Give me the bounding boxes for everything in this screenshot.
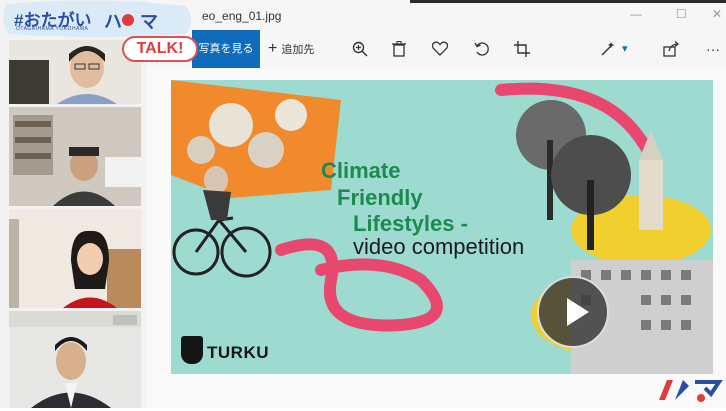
rotate-icon[interactable] [474, 30, 490, 68]
share-icon[interactable] [663, 30, 680, 68]
add-to-button[interactable]: + 追加先 [268, 30, 314, 68]
hama-corner-logo [655, 374, 725, 406]
participant-video-3[interactable] [9, 209, 141, 308]
close-icon[interactable]: ✕ [712, 7, 722, 21]
add-to-label: 追加先 [281, 44, 315, 56]
svg-text:マ: マ [140, 12, 158, 32]
talk-badge: TALK! [122, 36, 198, 62]
turku-crest-icon [181, 336, 203, 364]
campaign-title-line-2: Friendly [337, 185, 423, 210]
more-options-icon[interactable]: ··· [706, 30, 720, 68]
chevron-down-icon[interactable]: ▾ [622, 30, 628, 68]
maximize-icon[interactable]: ☐ [676, 7, 687, 21]
crop-icon[interactable] [514, 30, 530, 68]
edit-enhance-icon[interactable] [600, 30, 616, 68]
svg-text:ハ: ハ [104, 12, 122, 32]
delete-icon[interactable] [392, 30, 406, 68]
minimize-icon[interactable]: — [630, 7, 642, 21]
turku-brand: TURKU [207, 343, 269, 362]
campaign-subtitle: video competition [353, 234, 525, 259]
favorite-heart-icon[interactable] [431, 30, 449, 68]
logo-subtitle: OTAGAIHAMA YOKOHAMA [16, 26, 89, 32]
title-bar-edge [410, 0, 726, 3]
otagaihama-talk-logo: ハ マ #おたがい OTAGAIHAMA YOKOHAMA TALK! [0, 0, 208, 64]
play-button[interactable] [537, 276, 609, 348]
play-icon [567, 298, 589, 326]
plus-icon: + [268, 40, 278, 57]
participant-video-2[interactable] [9, 107, 141, 206]
file-name: eo_eng_01.jpg [202, 9, 282, 23]
participant-video-4[interactable] [9, 311, 141, 408]
zoom-in-icon[interactable] [352, 30, 368, 68]
campaign-title-line-1: Climate [321, 158, 401, 183]
